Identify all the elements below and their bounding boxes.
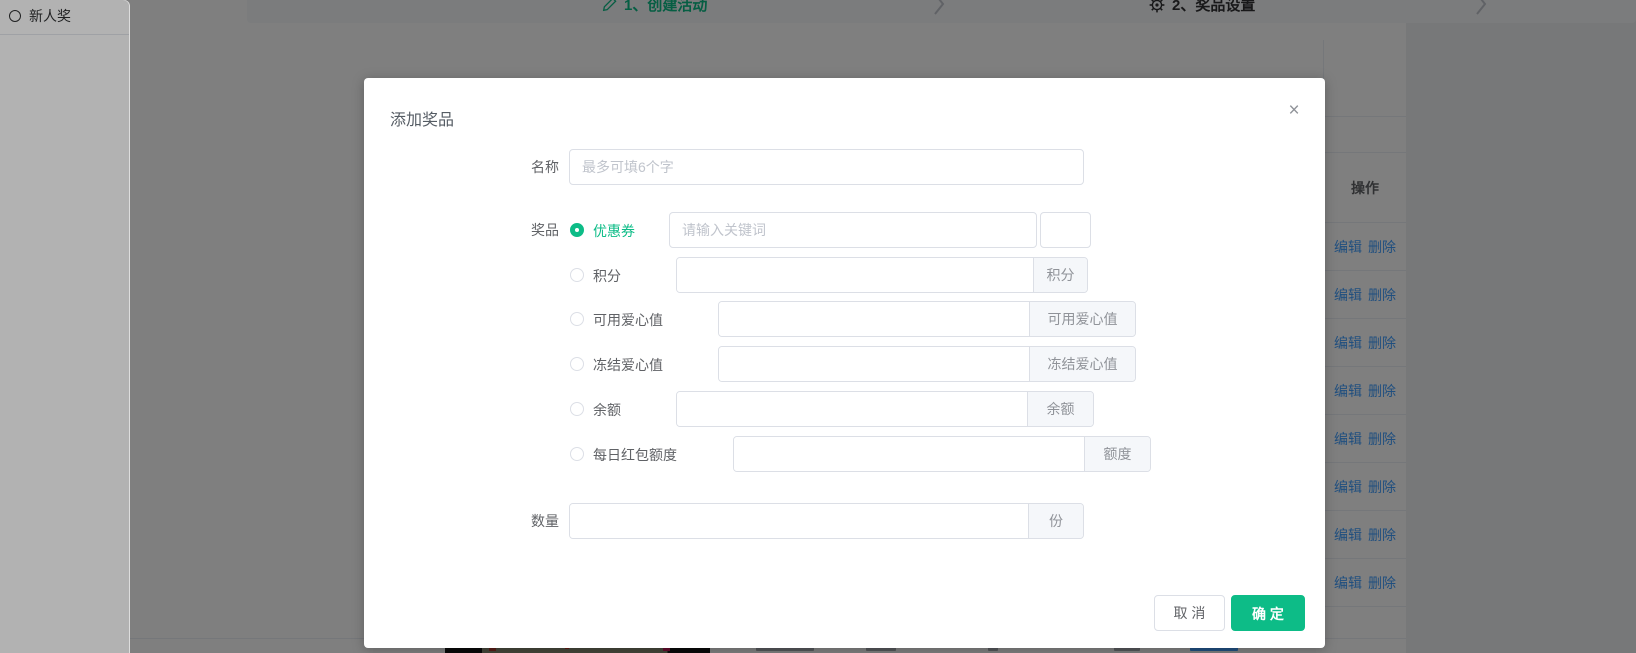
- name-input[interactable]: [569, 149, 1084, 185]
- points-radio-label: 积分: [593, 268, 621, 284]
- available-love-input[interactable]: [719, 302, 1029, 336]
- frozen-love-radio[interactable]: [570, 357, 584, 371]
- points-suffix: 积分: [1033, 258, 1087, 292]
- balance-radio-label: 余额: [593, 402, 621, 418]
- available-love-suffix: 可用爱心值: [1029, 302, 1135, 336]
- daily-packet-radio[interactable]: [570, 447, 584, 461]
- daily-packet-input[interactable]: [734, 437, 1084, 471]
- available-love-radio[interactable]: [570, 312, 584, 326]
- points-input[interactable]: [677, 258, 1033, 292]
- points-radio[interactable]: [570, 268, 584, 282]
- balance-suffix: 余额: [1027, 392, 1093, 426]
- prize-field-label: 奖品: [389, 212, 559, 248]
- frozen-love-input[interactable]: [719, 347, 1029, 381]
- coupon-radio-label: 优惠券: [593, 223, 635, 239]
- balance-input[interactable]: [677, 392, 1027, 426]
- dialog-title: 添加奖品: [390, 106, 454, 130]
- app-window: 1、创建活动 2、奖品设置: [0, 0, 1636, 653]
- frozen-love-suffix: 冻结爱心值: [1029, 347, 1135, 381]
- coupon-radio[interactable]: [570, 223, 584, 237]
- confirm-button[interactable]: 确 定: [1231, 595, 1305, 631]
- sidebar-dim-overlay: [0, 0, 129, 653]
- available-love-radio-label: 可用爱心值: [593, 312, 663, 328]
- coupon-keyword-input[interactable]: [669, 212, 1037, 248]
- close-icon[interactable]: ×: [1283, 100, 1305, 122]
- daily-packet-suffix: 额度: [1084, 437, 1150, 471]
- daily-packet-radio-label: 每日红包额度: [593, 447, 677, 463]
- frozen-love-radio-label: 冻结爱心值: [593, 357, 663, 373]
- add-prize-dialog: 添加奖品 × 名称 奖品 优惠券 积分 积分 可用爱心值 可用爱心值 冻结: [364, 78, 1325, 648]
- quantity-suffix: 份: [1028, 504, 1083, 538]
- quantity-field-label: 数量: [389, 503, 559, 539]
- balance-radio[interactable]: [570, 402, 584, 416]
- sidebar: 新人奖: [0, 0, 130, 653]
- coupon-select-box[interactable]: [1040, 212, 1091, 248]
- cancel-button[interactable]: 取 消: [1154, 595, 1225, 631]
- quantity-input[interactable]: [570, 504, 1028, 538]
- name-field-label: 名称: [389, 149, 559, 185]
